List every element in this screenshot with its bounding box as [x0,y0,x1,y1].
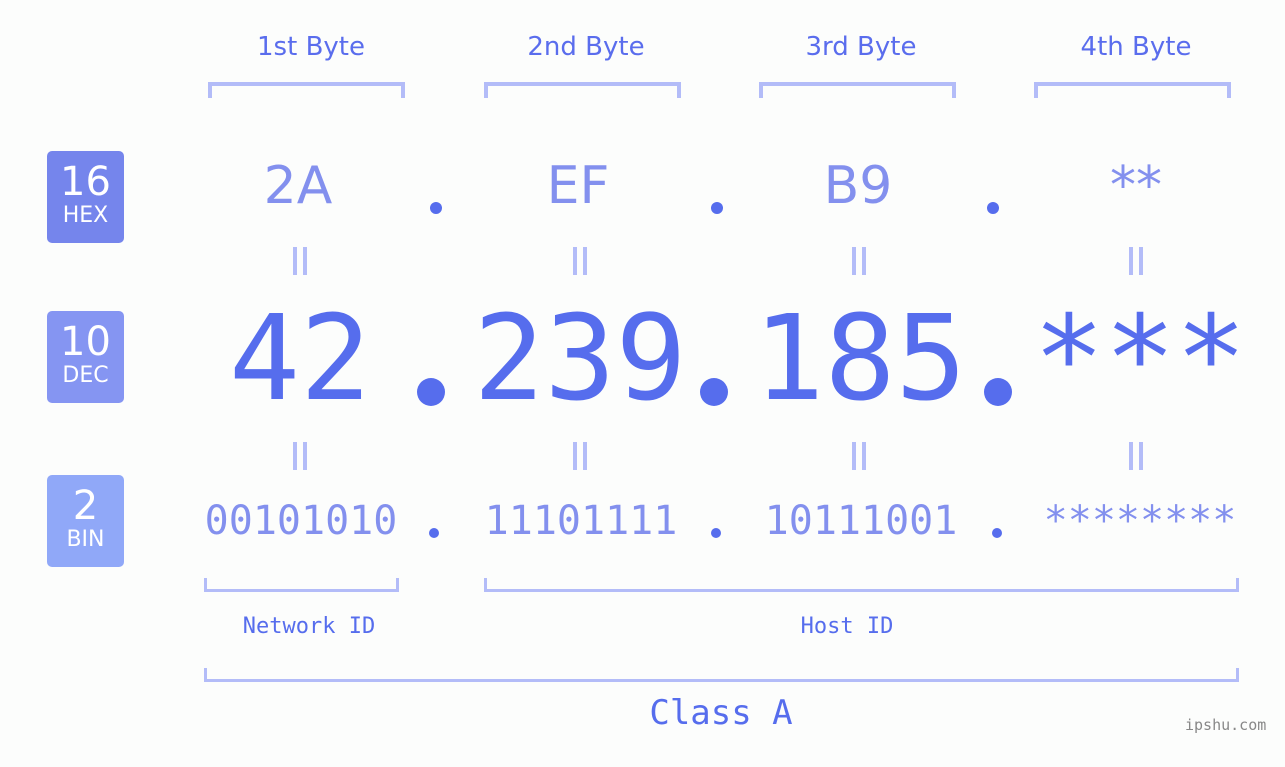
hex-byte-1: 2A [263,156,333,216]
byte-bracket-4 [1034,82,1231,98]
byte-bracket-1 [208,82,405,98]
byte-bracket-2 [484,82,681,98]
bin-byte-2: 11101111 [484,498,678,544]
bin-byte-4: ******** [1043,498,1237,544]
class-label: Class A [649,693,793,733]
hex-dot-1 [430,202,442,214]
dec-dot-2 [700,378,728,406]
bin-dot-2 [711,528,721,538]
hex-dot-2 [711,202,723,214]
class-bracket [204,668,1239,682]
equals-icon [1129,247,1143,275]
bin-dot-1 [429,528,439,538]
equals-icon [573,247,587,275]
hex-dot-3 [987,202,999,214]
hex-byte-2: EF [546,156,610,216]
byte-header-2: 2nd Byte [527,32,645,62]
byte-header-4: 4th Byte [1080,32,1192,62]
dec-base-label: DEC [62,363,109,388]
equals-icon [293,442,307,470]
bin-byte-1: 00101010 [204,498,398,544]
equals-icon [852,247,866,275]
byte-header-1: 1st Byte [257,32,365,62]
equals-icon [1129,442,1143,470]
dec-byte-2: 239 [473,289,687,427]
equals-icon [852,442,866,470]
network-id-label: Network ID [242,614,376,639]
network-id-bracket [204,578,399,592]
hex-base-number: 16 [60,159,111,205]
host-id-label: Host ID [800,614,894,639]
dec-byte-4: *** [1033,289,1247,427]
dec-byte-3: 185 [753,289,967,427]
dec-badge: 10 DEC [47,311,124,403]
dec-byte-1: 42 [228,289,372,427]
hex-base-label: HEX [62,203,109,228]
bin-base-label: BIN [66,527,105,552]
hex-byte-3: B9 [823,156,893,216]
hex-byte-4: ** [1110,156,1162,216]
dec-dot-1 [417,378,445,406]
equals-icon [293,247,307,275]
dec-dot-3 [984,378,1012,406]
byte-header-3: 3rd Byte [805,32,917,62]
host-id-bracket [484,578,1239,592]
bin-base-number: 2 [72,483,99,529]
byte-bracket-3 [759,82,956,98]
dec-base-number: 10 [60,319,111,365]
bin-dot-3 [992,528,1002,538]
hex-badge: 16 HEX [47,151,124,243]
bin-byte-3: 10111001 [764,498,958,544]
bin-badge: 2 BIN [47,475,124,567]
equals-icon [573,442,587,470]
watermark: ipshu.com [1185,716,1267,734]
